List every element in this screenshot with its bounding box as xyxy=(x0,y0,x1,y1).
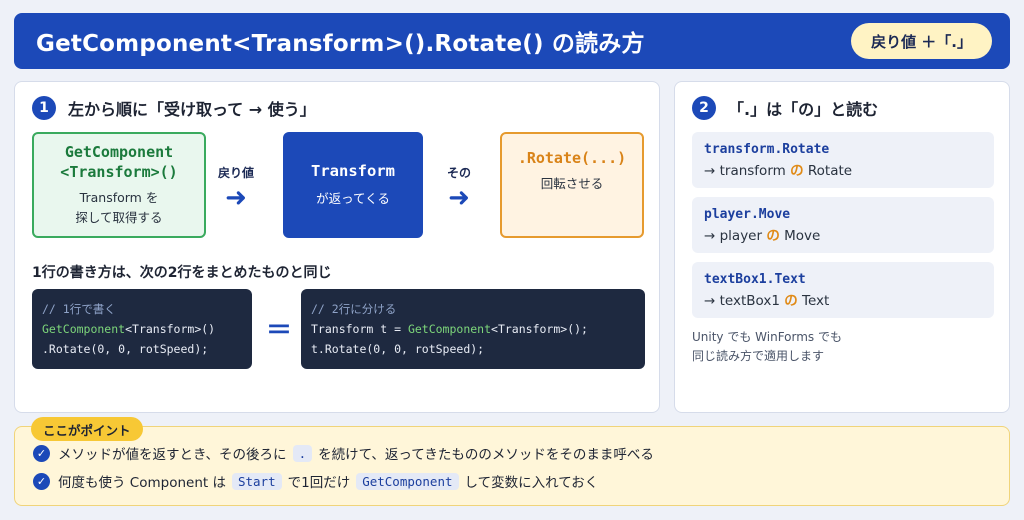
card-reading-post: Rotate xyxy=(803,163,853,179)
check-circle-icon: ✓ xyxy=(33,444,50,462)
step1-panel: 1 左から順に「受け取って → 使う」 GetComponent <Transf… xyxy=(14,81,660,413)
arrow2-label: その xyxy=(447,166,472,180)
step2-title: 「.」は「の」と読む xyxy=(728,100,879,119)
return-value-pill: 戻り値 ＋「.」 xyxy=(851,23,992,59)
code-a-line1: GetComponent<Transform>() xyxy=(42,319,242,339)
two-line-code-block: // 2行に分ける Transform t = GetComponent<Tra… xyxy=(301,289,645,369)
dot-example-card: textBox1.Text → textBox1 の Text xyxy=(692,262,994,318)
right-arrow-icon: ➜ xyxy=(225,183,247,213)
code-a-comment: // 1行で書く xyxy=(42,302,116,316)
getcomponent-code-line1: GetComponent xyxy=(64,143,174,161)
card-code: player.Move xyxy=(704,207,791,222)
point1-dot-chip: . xyxy=(292,444,313,462)
getcomponent-desc-line2: 探して取得する xyxy=(75,210,163,225)
code-b-line2: t.Rotate(0, 0, rotSpeed); xyxy=(311,342,485,356)
arrow-that: その ➜ xyxy=(447,164,471,211)
step1-heading: 1 左から順に「受け取って → 使う」 xyxy=(32,96,316,120)
arrow-return-value: 戻り値 ➜ xyxy=(218,164,254,211)
code-a-line2: .Rotate(0, 0, rotSpeed); xyxy=(42,342,209,356)
point2-text-mid: で1回だけ xyxy=(287,475,351,491)
transform-desc: が返ってくる xyxy=(316,191,390,206)
step2-number: 2 xyxy=(692,96,716,120)
point2-text-pre: 何度も使う Component は xyxy=(58,475,226,491)
arrow1-label: 戻り値 xyxy=(218,166,255,180)
code-b-line1-pre: Transform t = xyxy=(311,322,408,336)
card-reading: → player の Move xyxy=(704,226,982,246)
note-line1: Unity でも WinForms でも xyxy=(692,330,842,344)
point2-start-chip: Start xyxy=(231,472,282,490)
card-code: textBox1.Text xyxy=(704,272,806,287)
transform-code: Transform xyxy=(311,162,395,180)
getcomponent-box: GetComponent <Transform>() Transform を 探… xyxy=(32,132,206,238)
note-line2: 同じ読み方で適用します xyxy=(692,349,825,363)
key-points-box: ここがポイント ✓ メソッドが値を返すとき、その後ろに . を続けて、返ってきた… xyxy=(14,417,1010,506)
equals-sign: ＝ xyxy=(266,316,293,346)
code-b-comment: // 2行に分ける xyxy=(311,302,397,316)
card-reading: → textBox1 の Text xyxy=(704,291,982,311)
step1-title: 左から順に「受け取って → 使う」 xyxy=(68,100,316,119)
code-b-line1-method: GetComponent xyxy=(407,322,492,336)
code-a-line1-method: GetComponent xyxy=(42,322,126,336)
card-reading-pre: → player xyxy=(704,228,767,244)
card-reading-no: の xyxy=(766,228,780,244)
header-bar: GetComponent<Transform>().Rotate() の読み方 … xyxy=(14,13,1010,69)
rotate-code: .Rotate(...) xyxy=(517,149,627,167)
code-b-line1: Transform t = GetComponent<Transform>(); xyxy=(311,319,635,339)
transform-box: Transform が返ってくる xyxy=(283,132,423,238)
card-reading-post: Text xyxy=(797,293,830,309)
card-code: transform.Rotate xyxy=(704,142,830,157)
card-reading: → transform の Rotate xyxy=(704,161,982,181)
code-a-line1-rest: <Transform>() xyxy=(125,322,216,336)
rotate-box: .Rotate(...) 回転させる xyxy=(500,132,644,238)
step2-panel: 2 「.」は「の」と読む transform.Rotate → transfor… xyxy=(674,81,1010,413)
code-b-line1-rest: <Transform>(); xyxy=(491,322,588,336)
one-line-code-block: // 1行で書く GetComponent<Transform>() .Rota… xyxy=(32,289,252,369)
card-reading-post: Move xyxy=(779,228,821,244)
step2-heading: 2 「.」は「の」と読む xyxy=(692,96,878,120)
page-title: GetComponent<Transform>().Rotate() の読み方 xyxy=(36,31,645,57)
applicability-note: Unity でも WinForms でも 同じ読み方で適用します xyxy=(692,328,992,366)
dot-example-card: transform.Rotate → transform の Rotate xyxy=(692,132,994,188)
point1-text-pre: メソッドが値を返すとき、その後ろに xyxy=(58,447,287,463)
right-arrow-icon: ➜ xyxy=(448,183,470,213)
getcomponent-desc-line1: Transform を xyxy=(79,190,159,205)
point2-text-post: して変数に入れておく xyxy=(464,475,599,491)
point-row-2: ✓ 何度も使う Component は Start で1回だけ GetCompo… xyxy=(33,471,598,491)
key-points-badge: ここがポイント xyxy=(31,417,143,441)
point1-text-post: を続けて、返ってきたもののメソッドをそのまま呼べる xyxy=(318,447,654,463)
equivalence-subhead: 1行の書き方は、次の2行をまとめたものと同じ xyxy=(32,265,332,281)
card-reading-no: の xyxy=(790,163,804,179)
point-row-1: ✓ メソッドが値を返すとき、その後ろに . を続けて、返ってきたもののメソッドを… xyxy=(33,443,654,463)
point2-getcomponent-chip: GetComponent xyxy=(356,472,459,490)
rotate-desc: 回転させる xyxy=(540,176,604,191)
getcomponent-code-line2: <Transform>() xyxy=(60,163,178,181)
card-reading-pre: → textBox1 xyxy=(704,293,785,309)
card-reading-pre: → transform xyxy=(704,163,791,179)
check-circle-icon: ✓ xyxy=(33,472,50,490)
dot-example-card: player.Move → player の Move xyxy=(692,197,994,253)
step1-number: 1 xyxy=(32,96,56,120)
card-reading-no: の xyxy=(784,293,798,309)
